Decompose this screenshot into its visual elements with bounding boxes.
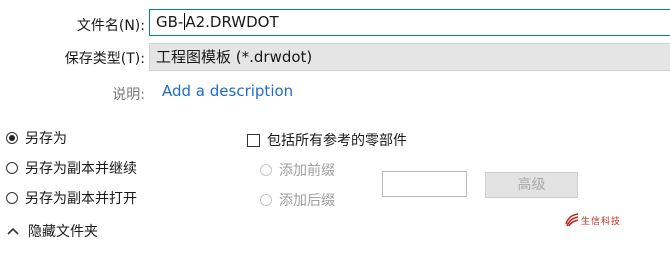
add-suffix-radio[interactable]: 添加后缀 — [260, 190, 335, 210]
save-as-label: 另存为 — [25, 131, 67, 147]
save-as-copy-open-radio[interactable]: 另存为副本并打开 — [6, 188, 137, 208]
watermark: 生信科技 — [565, 213, 621, 227]
save-as-copy-open-label: 另存为副本并打开 — [25, 191, 137, 207]
filename-text-before-caret: GB- — [156, 13, 184, 31]
radio-icon — [6, 162, 18, 174]
logo-icon — [565, 213, 579, 227]
radio-disabled-icon — [260, 164, 272, 176]
add-description-link[interactable]: Add a description — [162, 82, 293, 100]
add-suffix-label: 添加后缀 — [279, 193, 335, 209]
save-as-copy-continue-radio[interactable]: 另存为副本并继续 — [6, 158, 137, 178]
include-references-checkbox[interactable]: 包括所有参考的零部件 — [247, 130, 407, 150]
add-prefix-label: 添加前缀 — [279, 163, 335, 179]
filename-label: 文件名(N): — [76, 18, 145, 34]
watermark-text: 生信科技 — [581, 216, 622, 227]
savetype-select[interactable]: 工程图模板 (*.drwdot) — [149, 43, 670, 71]
prefix-suffix-input[interactable] — [382, 171, 467, 197]
radio-icon — [6, 192, 18, 204]
radio-disabled-icon — [260, 194, 272, 206]
save-as-copy-continue-label: 另存为副本并继续 — [25, 161, 137, 177]
add-prefix-radio[interactable]: 添加前缀 — [260, 160, 335, 180]
checkbox-icon — [247, 133, 260, 147]
hide-folders-label: 隐藏文件夹 — [28, 224, 98, 240]
description-label: 说明: — [112, 87, 145, 103]
save-as-radio[interactable]: 另存为 — [6, 128, 67, 148]
hide-folders-toggle[interactable]: 隐藏文件夹 — [7, 221, 98, 241]
filename-text-after-caret: A2.DRWDOT — [185, 13, 279, 31]
filename-input[interactable]: GB- A2.DRWDOT — [149, 9, 670, 36]
savetype-label: 保存类型(T): — [64, 51, 145, 67]
savetype-value: 工程图模板 (*.drwdot) — [156, 48, 313, 66]
radio-selected-icon — [6, 132, 18, 144]
advanced-button[interactable]: 高级 — [485, 172, 578, 198]
include-references-label: 包括所有参考的零部件 — [267, 133, 407, 149]
chevron-up-icon — [7, 227, 19, 235]
